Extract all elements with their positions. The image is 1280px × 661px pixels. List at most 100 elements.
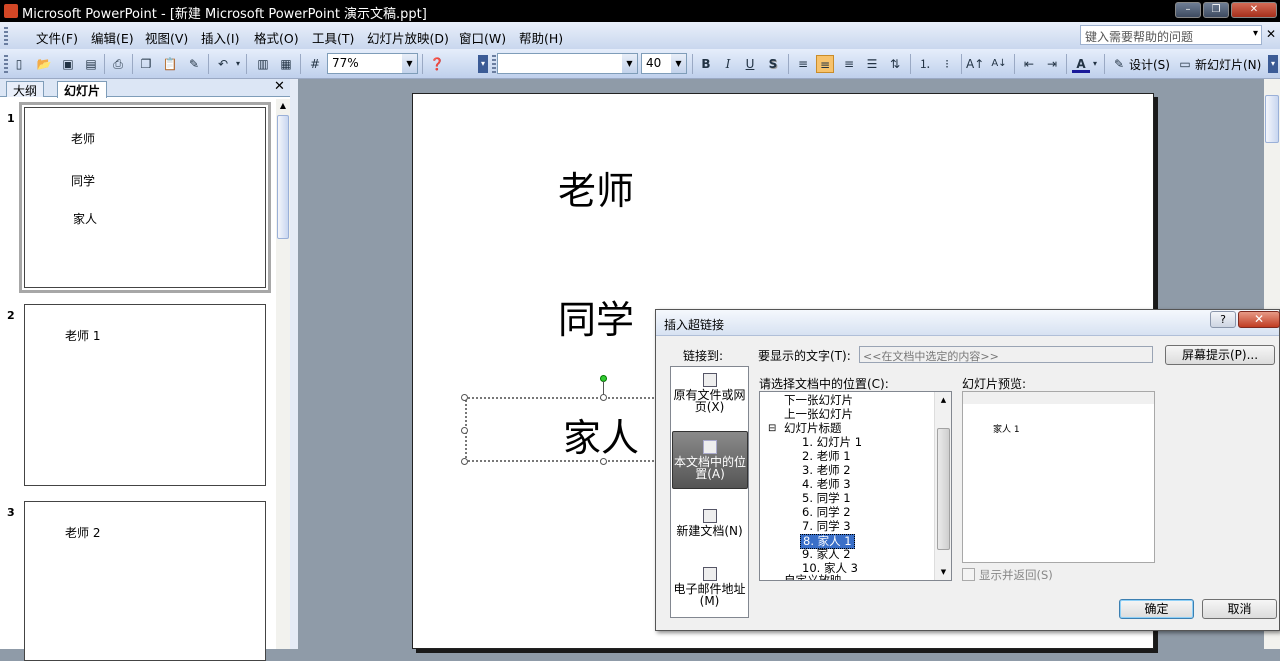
tree-prev-slide[interactable]: 上一张幻灯片 <box>784 408 853 421</box>
tree-slide-item[interactable]: 9. 家人 2 <box>802 548 851 561</box>
slide-text[interactable]: 同学 <box>558 289 634 344</box>
slide-title-text[interactable]: 老师 <box>558 160 634 215</box>
link-place-in-document[interactable]: 本文档中的位置(A) <box>672 431 748 489</box>
resize-handle[interactable] <box>461 394 468 401</box>
toolbar-grip[interactable] <box>4 55 8 74</box>
numbered-list-icon[interactable]: ⒈ <box>916 55 934 73</box>
close-window-button[interactable]: ✕ <box>1231 2 1277 18</box>
new-document-icon[interactable]: ▯ <box>10 55 28 73</box>
tree-slide-item[interactable]: 2. 老师 1 <box>802 450 851 463</box>
tree-slide-item[interactable]: 7. 同学 3 <box>802 520 851 533</box>
format-painter-icon[interactable]: ✎ <box>185 55 203 73</box>
paste-icon[interactable]: 📋 <box>161 55 179 73</box>
toolbar-options-icon[interactable]: ▾ <box>1268 55 1278 73</box>
tree-scrollbar[interactable]: ▲ ▼ <box>934 392 951 580</box>
underline-button[interactable]: U <box>741 55 759 73</box>
menu-edit[interactable]: 编辑(E) <box>91 28 134 47</box>
slide-thumbnail-1[interactable]: 老师 同学 家人 <box>19 102 271 293</box>
bold-button[interactable]: B <box>697 55 715 73</box>
undo-dropdown-icon[interactable]: ▾ <box>234 55 242 73</box>
scroll-thumb[interactable] <box>277 115 289 239</box>
open-folder-icon[interactable]: 📂 <box>35 55 53 73</box>
increase-indent-icon[interactable]: ⇥ <box>1043 55 1061 73</box>
minimize-button[interactable]: – <box>1175 2 1201 18</box>
restore-button[interactable]: ❐ <box>1203 2 1229 18</box>
resize-handle[interactable] <box>461 427 468 434</box>
menu-tools[interactable]: 工具(T) <box>312 28 354 47</box>
chevron-down-icon[interactable]: ▼ <box>402 54 417 73</box>
resize-handle[interactable] <box>461 458 468 465</box>
slide-thumbnail-3[interactable]: 老师 2 <box>24 501 266 661</box>
undo-icon[interactable]: ↶ <box>214 55 232 73</box>
document-location-tree[interactable]: 下一张幻灯片 上一张幻灯片 ⊟ 幻灯片标题 1. 幻灯片 1 2. 老师 1 3… <box>759 391 952 581</box>
resize-handle[interactable] <box>600 394 607 401</box>
save-icon[interactable]: ▣ <box>59 55 77 73</box>
tree-slide-item[interactable]: 3. 老师 2 <box>802 464 851 477</box>
tab-slides[interactable]: 幻灯片 <box>57 81 108 98</box>
slide-text[interactable]: 家人 <box>563 407 639 462</box>
tree-next-slide[interactable]: 下一张幻灯片 <box>784 394 853 407</box>
insert-table-icon[interactable]: ▦ <box>277 55 295 73</box>
tab-outline[interactable]: 大纲 <box>6 81 45 98</box>
link-email-address[interactable]: 电子邮件地址(M) <box>671 567 748 607</box>
increase-font-icon[interactable]: A↑ <box>966 55 984 73</box>
menu-view[interactable]: 视图(V) <box>145 28 188 47</box>
chevron-down-icon[interactable]: ▼ <box>622 54 637 73</box>
cancel-button[interactable]: 取消 <box>1202 599 1277 619</box>
font-color-icon[interactable]: A <box>1072 55 1090 73</box>
align-left-icon[interactable]: ≡ <box>794 55 812 73</box>
decrease-indent-icon[interactable]: ⇤ <box>1020 55 1038 73</box>
zoom-select[interactable]: 77% ▼ <box>327 53 418 74</box>
tree-slide-item[interactable]: 1. 幻灯片 1 <box>802 436 862 449</box>
decrease-font-icon[interactable]: A↓ <box>990 55 1008 73</box>
tree-slide-titles[interactable]: 幻灯片标题 <box>784 422 842 435</box>
toolbar-options-icon[interactable]: ▾ <box>478 55 488 73</box>
slide-thumbnail-2[interactable]: 老师 1 <box>24 304 266 486</box>
scroll-up-icon[interactable]: ▲ <box>935 392 951 408</box>
scroll-up-icon[interactable]: ▲ <box>276 99 290 113</box>
close-document-icon[interactable]: ✕ <box>1266 27 1276 41</box>
copy-icon[interactable]: ❐ <box>137 55 155 73</box>
tree-slide-item[interactable]: 6. 同学 2 <box>802 506 851 519</box>
menu-window[interactable]: 窗口(W) <box>459 28 506 47</box>
tree-slide-item[interactable]: 5. 同学 1 <box>802 492 851 505</box>
resize-handle[interactable] <box>600 458 607 465</box>
link-new-document[interactable]: 新建文档(N) <box>671 509 748 537</box>
bullet-list-icon[interactable]: ⁝ <box>938 55 956 73</box>
grid-icon[interactable]: # <box>306 55 324 73</box>
thumbnail-scrollbar[interactable]: ▲ <box>276 99 290 649</box>
tree-slide-item[interactable]: 4. 老师 3 <box>802 478 851 491</box>
align-center-icon[interactable]: ≡ <box>816 55 834 73</box>
scroll-thumb[interactable] <box>937 428 950 550</box>
toolbar-grip[interactable] <box>492 55 496 74</box>
dialog-help-button[interactable]: ? <box>1210 311 1236 328</box>
pane-splitter[interactable] <box>290 79 298 649</box>
permission-icon[interactable]: ▤ <box>82 55 100 73</box>
tree-custom-shows[interactable]: 自定义放映 <box>784 574 842 580</box>
distribute-icon[interactable]: ⇅ <box>886 55 904 73</box>
help-icon[interactable]: ❓ <box>428 55 446 73</box>
screen-tip-button[interactable]: 屏幕提示(P)... <box>1165 345 1275 365</box>
font-color-dropdown-icon[interactable]: ▾ <box>1091 55 1099 73</box>
scroll-down-icon[interactable]: ▼ <box>935 564 951 580</box>
chevron-down-icon[interactable]: ▼ <box>671 54 686 73</box>
font-size-select[interactable]: 40 ▼ <box>641 53 687 74</box>
close-pane-icon[interactable]: ✕ <box>274 79 285 94</box>
design-button[interactable]: 设计(S) <box>1129 56 1170 73</box>
link-existing-file[interactable]: 原有文件或网页(X) <box>671 373 748 413</box>
ok-button[interactable]: 确定 <box>1119 599 1194 619</box>
collapse-icon[interactable]: ⊟ <box>768 422 776 435</box>
menu-slideshow[interactable]: 幻灯片放映(D) <box>367 28 449 47</box>
print-icon[interactable]: ⎙ <box>109 55 127 73</box>
menu-help[interactable]: 帮助(H) <box>519 28 563 47</box>
dialog-close-button[interactable]: ✕ <box>1238 311 1280 328</box>
scroll-thumb[interactable] <box>1265 95 1279 143</box>
display-text-field[interactable]: <<在文档中选定的内容>> <box>859 346 1153 363</box>
align-right-icon[interactable]: ≡ <box>840 55 858 73</box>
shadow-button[interactable]: S <box>764 55 782 73</box>
chevron-down-icon[interactable]: ▾ <box>1253 28 1258 39</box>
italic-button[interactable]: I <box>719 55 737 73</box>
menu-file[interactable]: 文件(F) <box>36 28 78 47</box>
menu-format[interactable]: 格式(O) <box>254 28 299 47</box>
font-name-select[interactable]: ▼ <box>497 53 638 74</box>
